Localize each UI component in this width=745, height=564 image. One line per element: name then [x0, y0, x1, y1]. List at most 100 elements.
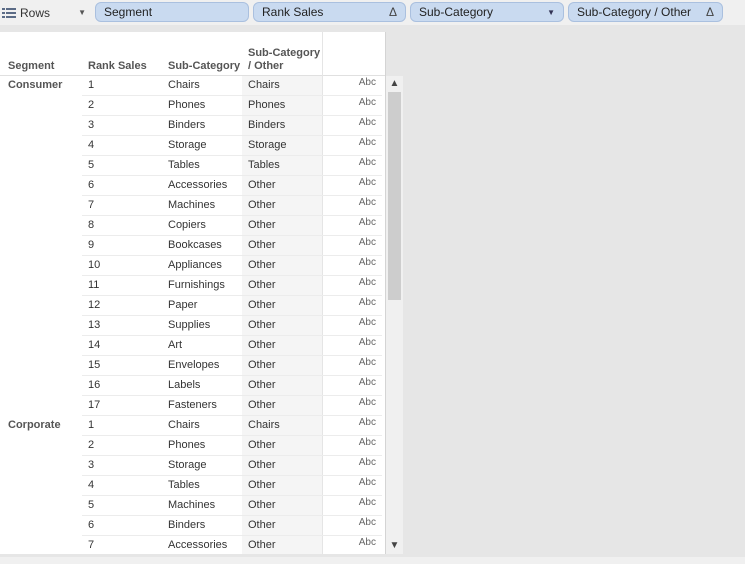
table-row[interactable]: 10 Appliances Other Abc: [82, 256, 382, 276]
pill-sub-category-other[interactable]: Sub-Category / Other Δ: [568, 2, 723, 22]
caret-down-icon[interactable]: ▼: [547, 8, 555, 17]
header-rank-sales[interactable]: Rank Sales: [88, 60, 147, 73]
sub-category-other-cell: Other: [248, 359, 276, 371]
column-headers: Segment Rank Sales Sub-Category Sub-Cate…: [0, 32, 385, 76]
crosstab-view: Segment Rank Sales Sub-Category Sub-Cate…: [0, 32, 385, 554]
table-row[interactable]: 3 Storage Other Abc: [82, 456, 382, 476]
vertical-scrollbar[interactable]: ▲ ▼: [386, 76, 403, 554]
table-row[interactable]: 5 Machines Other Abc: [82, 496, 382, 516]
sub-category-other-cell: Chairs: [248, 79, 280, 91]
abc-mark: Abc: [358, 177, 376, 188]
rank-cell: 12: [88, 299, 101, 311]
sub-category-other-cell: Other: [248, 539, 276, 551]
rank-cell: 11: [88, 279, 100, 291]
sub-category-cell: Binders: [168, 519, 206, 531]
sub-category-other-cell: Other: [248, 439, 276, 451]
sub-category-cell: Appliances: [168, 259, 222, 271]
table-row[interactable]: 2 Phones Phones Abc: [82, 96, 382, 116]
scroll-down-icon[interactable]: ▼: [386, 538, 403, 554]
sub-category-cell: Chairs: [168, 419, 200, 431]
rank-cell: 2: [88, 439, 95, 451]
sub-category-other-cell: Other: [248, 399, 276, 411]
sub-category-other-cell: Storage: [248, 139, 287, 151]
pill-label: Sub-Category / Other: [577, 5, 692, 19]
abc-mark: Abc: [358, 377, 376, 388]
abc-mark: Abc: [358, 417, 376, 428]
chevron-down-icon[interactable]: ▼: [78, 8, 86, 17]
rank-cell: 5: [88, 159, 95, 171]
sub-category-cell: Tables: [168, 159, 200, 171]
rows-shelf: Rows ▼ Segment Rank Sales Δ Sub-Category…: [0, 0, 745, 25]
table-row[interactable]: 14 Art Other Abc: [82, 336, 382, 356]
sub-category-cell: Machines: [168, 499, 216, 511]
abc-mark: Abc: [358, 77, 376, 88]
sub-category-cell: Labels: [168, 379, 201, 391]
table-row[interactable]: 13 Supplies Other Abc: [82, 316, 382, 336]
rank-cell: 3: [88, 119, 95, 131]
table-row[interactable]: 6 Binders Other Abc: [82, 516, 382, 536]
sub-category-cell: Chairs: [168, 79, 200, 91]
sub-category-cell: Envelopes: [168, 359, 220, 371]
table-row[interactable]: 8 Copiers Other Abc: [82, 216, 382, 236]
scroll-up-icon[interactable]: ▲: [386, 76, 403, 92]
header-sub-category[interactable]: Sub-Category: [168, 60, 240, 73]
table-row[interactable]: 2 Phones Other Abc: [82, 436, 382, 456]
table-row[interactable]: 4 Storage Storage Abc: [82, 136, 382, 156]
rank-cell: 1: [88, 419, 95, 431]
abc-mark: Abc: [358, 257, 376, 268]
sub-category-cell: Supplies: [168, 319, 211, 331]
pill-sub-category[interactable]: Sub-Category ▼: [410, 2, 564, 22]
sub-category-cell: Art: [168, 339, 183, 351]
table-row[interactable]: 9 Bookcases Other Abc: [82, 236, 382, 256]
rows-icon: [2, 7, 16, 18]
rank-cell: 2: [88, 99, 95, 111]
pill-rank-sales[interactable]: Rank Sales Δ: [253, 2, 406, 22]
table-row[interactable]: 4 Tables Other Abc: [82, 476, 382, 496]
table-row[interactable]: 7 Machines Other Abc: [82, 196, 382, 216]
header-sub-category-other[interactable]: Sub-Category / Other: [248, 47, 320, 73]
table-row[interactable]: 3 Binders Binders Abc: [82, 116, 382, 136]
abc-mark: Abc: [358, 197, 376, 208]
rows-shelf-label[interactable]: Rows ▼: [0, 0, 94, 25]
sub-category-cell: Paper: [168, 299, 198, 311]
sub-category-other-cell: Other: [248, 519, 276, 531]
sub-category-cell: Phones: [168, 99, 206, 111]
abc-mark: Abc: [358, 477, 376, 488]
abc-mark: Abc: [358, 357, 376, 368]
table-row[interactable]: 17 Fasteners Other Abc: [82, 396, 382, 416]
abc-mark: Abc: [358, 137, 376, 148]
sub-category-cell: Furnishings: [168, 279, 225, 291]
rank-cell: 7: [88, 199, 95, 211]
pill-segment[interactable]: Segment: [95, 2, 249, 22]
table-row[interactable]: 16 Labels Other Abc: [82, 376, 382, 396]
sub-category-cell: Binders: [168, 119, 206, 131]
sub-category-cell: Tables: [168, 479, 200, 491]
segment-label[interactable]: Consumer: [8, 79, 62, 91]
abc-mark: Abc: [358, 237, 376, 248]
table-row[interactable]: 12 Paper Other Abc: [82, 296, 382, 316]
abc-mark: Abc: [358, 157, 376, 168]
delta-icon: Δ: [705, 5, 714, 19]
scroll-thumb[interactable]: [388, 92, 401, 300]
table-row[interactable]: 7 Accessories Other Abc: [82, 536, 382, 554]
segment-label[interactable]: Corporate: [8, 419, 61, 431]
table-row[interactable]: 1 Chairs Chairs Abc: [82, 416, 382, 436]
abc-mark: Abc: [358, 497, 376, 508]
table-row[interactable]: 5 Tables Tables Abc: [82, 156, 382, 176]
pill-label: Sub-Category: [419, 5, 494, 19]
table-row[interactable]: 11 Furnishings Other Abc: [82, 276, 382, 296]
table-row[interactable]: 6 Accessories Other Abc: [82, 176, 382, 196]
abc-mark: Abc: [358, 337, 376, 348]
sub-category-cell: Fasteners: [168, 399, 217, 411]
rank-cell: 14: [88, 339, 101, 351]
sub-category-other-cell: Binders: [248, 119, 286, 131]
table-row[interactable]: 1 Chairs Chairs Abc: [82, 76, 382, 96]
header-other-line2: / Other: [248, 60, 284, 72]
rank-cell: 10: [88, 259, 101, 271]
rank-cell: 1: [88, 79, 95, 91]
rank-cell: 8: [88, 219, 95, 231]
abc-mark: Abc: [358, 317, 376, 328]
header-other-line1: Sub-Category: [248, 47, 321, 59]
table-row[interactable]: 15 Envelopes Other Abc: [82, 356, 382, 376]
header-segment[interactable]: Segment: [8, 60, 54, 73]
